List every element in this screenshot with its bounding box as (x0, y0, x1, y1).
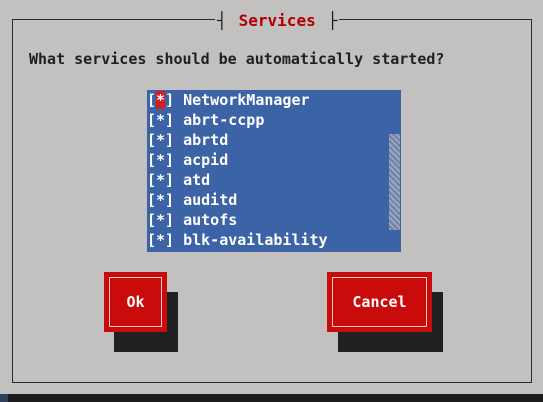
services-prompt: What services should be automatically st… (29, 50, 445, 68)
list-item-blk-availability[interactable]: [*] blk-availability (147, 230, 387, 250)
service-name: autofs (183, 211, 238, 229)
dialog-title: Services (238, 10, 316, 30)
ok-button-focus-ring: Ok (109, 277, 162, 327)
list-item-networkmanager[interactable]: [*] NetworkManager (147, 90, 387, 110)
services-listbox[interactable]: [*] NetworkManager [*] abrt-ccpp [*] abr… (147, 90, 401, 252)
checkbox-star-cursor: * (156, 91, 166, 109)
ok-button-label: Ok (126, 293, 145, 311)
service-name: blk-availability (183, 231, 328, 249)
dialog-title-bar: ┤ Services ├ (215, 9, 340, 31)
service-name: atd (183, 171, 211, 189)
service-name: auditd (183, 191, 238, 209)
list-item-acpid[interactable]: [*] acpid (147, 150, 387, 170)
checkbox: [*] (147, 131, 175, 149)
title-right-tick: ├ (327, 10, 338, 30)
checkbox: [*] (147, 111, 175, 129)
services-dialog: ┤ Services ├ What services should be aut… (0, 0, 543, 394)
checkbox: [*] (147, 191, 175, 209)
list-item-autofs[interactable]: [*] autofs (147, 210, 387, 230)
list-scrollbar[interactable] (389, 134, 400, 230)
checkbox: [*] (147, 171, 175, 189)
cancel-button-label: Cancel (352, 293, 407, 311)
list-item-abrt-ccpp[interactable]: [*] abrt-ccpp (147, 110, 387, 130)
checkbox-open: [ (147, 91, 157, 109)
checkbox-close: ] (165, 91, 175, 109)
checkbox: [*] (147, 231, 175, 249)
dialog-shadow (8, 394, 543, 402)
service-name: abrtd (183, 131, 229, 149)
ok-button[interactable]: Ok (104, 272, 167, 332)
cancel-button-focus-ring: Cancel (332, 277, 427, 327)
title-left-tick: ┤ (217, 10, 227, 30)
cancel-button[interactable]: Cancel (327, 272, 432, 332)
list-item-abrtd[interactable]: [*] abrtd (147, 130, 387, 150)
checkbox: [*] (147, 151, 175, 169)
list-item-auditd[interactable]: [*] auditd (147, 190, 387, 210)
checkbox: [*] (147, 211, 175, 229)
service-name: NetworkManager (183, 91, 310, 109)
service-name: acpid (183, 151, 229, 169)
service-name: abrt-ccpp (183, 111, 265, 129)
list-item-atd[interactable]: [*] atd (147, 170, 387, 190)
